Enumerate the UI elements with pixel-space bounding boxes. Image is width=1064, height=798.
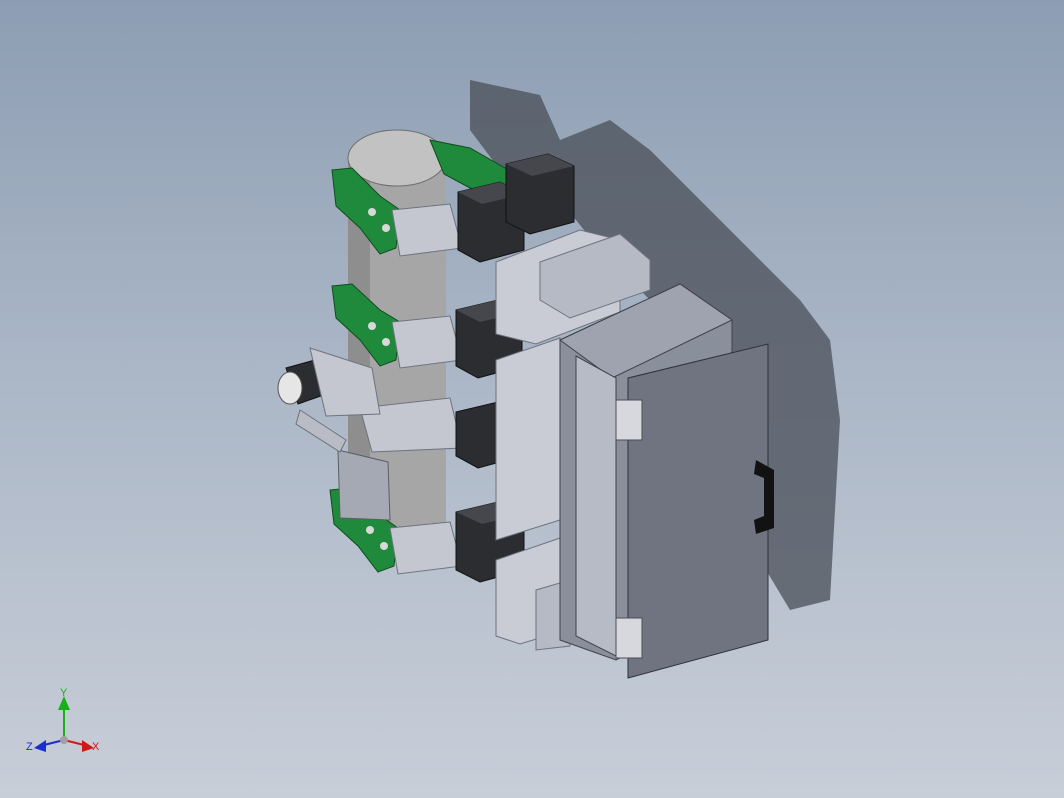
z-axis-arrow [34,740,46,752]
coordinate-triad: Y X Z [26,687,100,753]
robot-assembly-model[interactable] [0,0,1064,798]
y-axis-label: Y [60,687,68,699]
triad-origin [60,736,68,744]
motor-top-right[interactable] [505,153,575,235]
cabinet-door[interactable] [627,343,774,679]
cad-viewport[interactable]: Y X Z [0,0,1064,798]
z-axis-label: Z [26,741,33,753]
x-axis-label: X [92,741,100,753]
